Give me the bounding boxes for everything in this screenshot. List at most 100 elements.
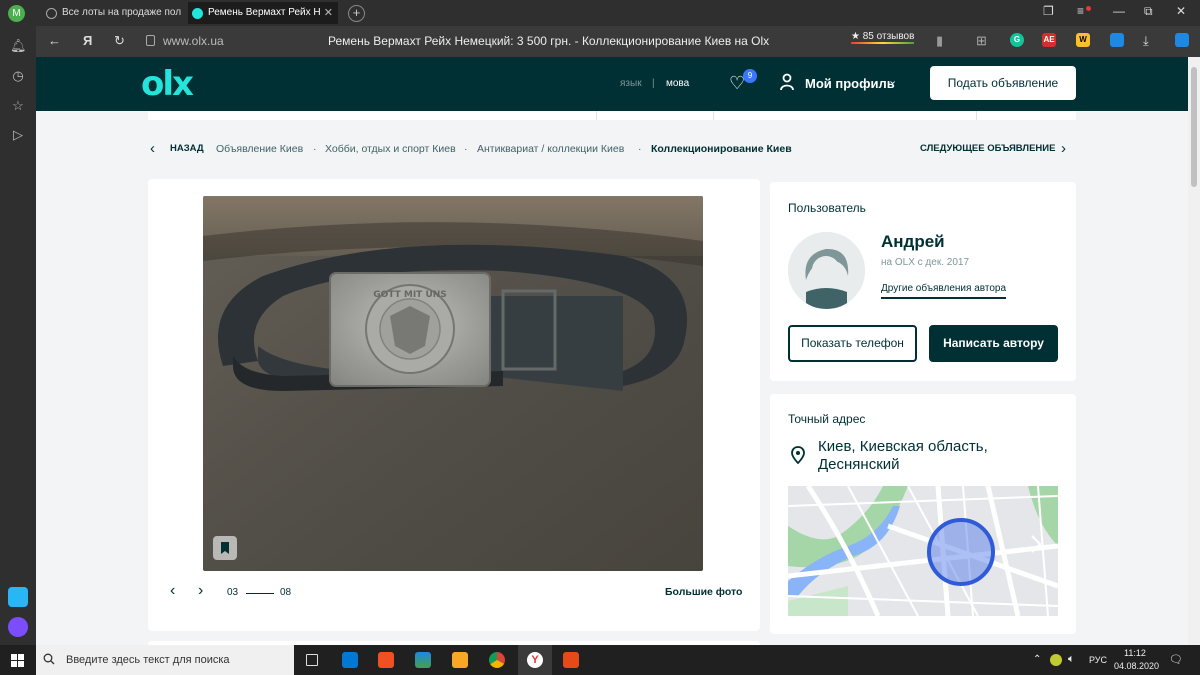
breadcrumb-separator: ·	[464, 143, 468, 155]
belt-photo-image: GOTT MIT UNS	[203, 196, 703, 571]
post-ad-button[interactable]: Подать объявление	[930, 66, 1076, 100]
reviews-badge[interactable]: ★ 85 отзывов	[851, 31, 915, 44]
play-icon[interactable]: ▷	[10, 127, 26, 143]
listing-photo[interactable]: GOTT MIT UNS	[203, 196, 703, 571]
location-map[interactable]	[788, 486, 1058, 616]
minimize-icon[interactable]: —	[1113, 4, 1125, 18]
reload-icon[interactable]: ↻	[114, 33, 125, 49]
gallery-next-icon[interactable]: ›	[198, 582, 203, 600]
tabs-list-icon[interactable]: ❐	[1043, 4, 1054, 18]
chevron-right-icon[interactable]: ›	[1061, 140, 1066, 157]
action-center-icon[interactable]: 🗨︎	[1169, 653, 1183, 666]
restore-icon[interactable]: ⧉	[1144, 4, 1153, 19]
person-icon[interactable]	[780, 73, 794, 91]
tab-title: Ремень Вермахт Рейх Н	[208, 7, 321, 18]
globe-icon	[46, 8, 57, 19]
writer-icon[interactable]: W	[1076, 33, 1090, 47]
browser-profile-avatar[interactable]: M	[8, 5, 25, 22]
mail-app-icon[interactable]	[342, 652, 358, 668]
history-clock-icon[interactable]: ◷	[10, 68, 26, 84]
seller-section-title: Пользователь	[788, 201, 866, 215]
big-photos-link[interactable]: Большие фото	[665, 586, 742, 598]
close-window-icon[interactable]: ✕	[1176, 4, 1186, 18]
gallery-current-index: 03	[227, 587, 239, 598]
my-profile-link[interactable]: Мой профиль	[805, 76, 895, 91]
photos-app-icon[interactable]	[415, 652, 431, 668]
messenger-app-icon[interactable]	[8, 587, 28, 607]
breadcrumb-item[interactable]: Хобби, отдых и спорт Киев	[325, 143, 456, 155]
bookmark-add-icon[interactable]: ▮	[936, 33, 943, 49]
volume-icon[interactable]: 🔈︎	[1068, 653, 1075, 666]
clock-time[interactable]: 11:12	[1124, 648, 1146, 658]
windows-start-icon[interactable]	[11, 654, 24, 667]
downloads-icon[interactable]: ⤓	[1143, 33, 1149, 49]
lang-ua-link[interactable]: мова	[666, 78, 689, 89]
store-app-icon[interactable]	[378, 652, 394, 668]
photo-gallery: GOTT MIT UNS ‹ › 03 08 Большие фото	[148, 179, 760, 631]
gallery-prev-icon[interactable]: ‹	[170, 582, 175, 600]
powerpoint-icon[interactable]	[563, 652, 579, 668]
show-phone-button[interactable]: Показать телефон	[788, 325, 917, 362]
file-explorer-icon[interactable]	[452, 652, 468, 668]
browser-tab-active[interactable]: Ремень Вермахт Рейх Н ✕	[188, 2, 338, 24]
taskbar-search-input[interactable]: Введите здесь текст для поиска	[36, 645, 294, 675]
olx-logo[interactable]: olx	[141, 67, 194, 101]
address-bar: ← Я ↻ www.olx.ua Ремень Вермахт Рейх Нем…	[36, 26, 1200, 57]
gallery-counter-line	[246, 593, 274, 594]
bell-icon[interactable]: 🔔︎	[10, 38, 27, 54]
chevron-down-icon[interactable]: ⌄	[888, 74, 897, 87]
tray-app-icon[interactable]	[1050, 654, 1062, 666]
menu-icon[interactable]: ≡	[1077, 4, 1084, 18]
lock-icon[interactable]	[146, 35, 155, 46]
seller-card: Пользователь Андрей на OLX с дек. 2017 Д…	[770, 182, 1076, 381]
yandex-browser-icon[interactable]: Y	[527, 652, 543, 668]
next-ad-link[interactable]: СЛЕДУЮЩЕЕ ОБЪЯВЛЕНИЕ	[920, 143, 1055, 154]
clock-date[interactable]: 04.08.2020	[1114, 661, 1159, 671]
input-language[interactable]: РУС	[1089, 655, 1107, 665]
write-author-button[interactable]: Написать автору	[929, 325, 1058, 362]
extensions-icon[interactable]	[1175, 33, 1189, 47]
grammarly-icon[interactable]: G	[1010, 33, 1024, 47]
lang-ru-link[interactable]: язык	[620, 78, 642, 89]
bookmark-icon	[221, 542, 229, 554]
map-image	[788, 486, 1058, 616]
breadcrumb-separator: ·	[313, 143, 317, 155]
browser-tab-lots[interactable]: Все лоты на продаже пол	[42, 2, 185, 24]
shield-ext-icon[interactable]	[1110, 33, 1124, 47]
avatar	[788, 232, 865, 309]
star-icon[interactable]: ☆	[10, 98, 26, 114]
site-header: olx язык | мова ♡ 9 Мой профиль ⌄ Подать…	[36, 57, 1188, 111]
page-scrollbar[interactable]	[1188, 57, 1200, 645]
breadcrumb: ‹ НАЗАД Объявление Киев · Хобби, отдых и…	[148, 140, 1078, 158]
close-tab-icon[interactable]: ✕	[324, 2, 333, 24]
location-text: Киев, Киевская область, Деснянский	[818, 438, 988, 474]
scrollbar-thumb[interactable]	[1191, 67, 1197, 187]
favorites-count-badge: 9	[743, 69, 757, 83]
alice-assistant-icon[interactable]	[8, 617, 28, 637]
chevron-left-icon[interactable]: ‹	[150, 140, 155, 157]
other-ads-link[interactable]: Другие объявления автора	[881, 283, 1007, 299]
gallery-total-count: 08	[280, 587, 292, 598]
tray-chevron-up-icon[interactable]: ⌃	[1033, 654, 1041, 665]
tab-title: Все лоты на продаже пол	[62, 7, 182, 18]
search-placeholder: Введите здесь текст для поиска	[66, 654, 230, 666]
windows-taskbar: Введите здесь текст для поиска Y ⌃ 🔈︎ РУ…	[0, 645, 1200, 675]
lang-separator: |	[652, 78, 655, 89]
location-section-title: Точный адрес	[788, 412, 866, 426]
chrome-app-icon[interactable]	[489, 652, 505, 668]
back-link[interactable]: НАЗАД	[170, 143, 204, 154]
yandex-icon[interactable]: Я	[83, 33, 92, 48]
task-view-icon[interactable]	[306, 654, 318, 666]
subnav-strip	[148, 111, 1076, 120]
adguard-icon[interactable]: AE	[1042, 33, 1056, 47]
back-arrow-icon[interactable]: ←	[48, 33, 61, 48]
breadcrumb-item[interactable]: Антиквариат / коллекции Киев	[477, 143, 624, 155]
save-to-favorites-button[interactable]	[213, 536, 237, 560]
seller-name: Андрей	[881, 232, 945, 251]
olx-favicon-icon	[192, 8, 203, 19]
url-text[interactable]: www.olx.ua	[163, 34, 224, 48]
breadcrumb-item[interactable]: Объявление Киев	[216, 143, 303, 155]
reader-icon[interactable]: ⊞	[976, 33, 987, 49]
location-line-1: Киев, Киевская область,	[818, 438, 988, 455]
new-tab-button[interactable]: +	[348, 5, 365, 22]
